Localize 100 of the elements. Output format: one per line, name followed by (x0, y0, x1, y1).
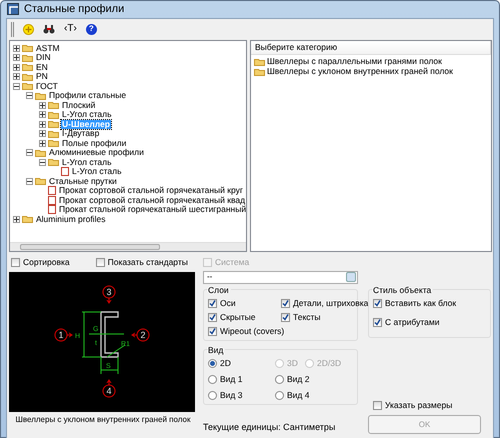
expand-toggle[interactable] (39, 120, 46, 128)
layer-checkbox[interactable] (208, 312, 217, 322)
folder-icon (22, 72, 33, 81)
tree-item[interactable]: Прокат стальной горячекатаный шестигранный (58, 205, 248, 214)
layer-checkbox[interactable] (281, 312, 290, 322)
expand-toggle[interactable] (39, 140, 46, 147)
app-icon (7, 3, 19, 16)
tree-item[interactable]: Алюминиевые профили (48, 148, 145, 158)
tree-item[interactable]: Aluminium profiles (35, 214, 106, 224)
dropdown[interactable]: -- (203, 270, 358, 284)
plus-icon (40, 131, 45, 136)
text-button[interactable]: ‹T› (64, 24, 77, 34)
style-checkbox[interactable] (373, 318, 382, 327)
find-button[interactable] (43, 24, 55, 34)
group-title: Стиль объекта (373, 284, 434, 296)
collapse-toggle[interactable] (26, 149, 33, 156)
folder-icon (48, 158, 59, 166)
folder-icon (22, 44, 33, 52)
expand-toggle[interactable] (13, 44, 20, 52)
expand-toggle[interactable] (13, 54, 20, 62)
folder-icon (22, 82, 33, 90)
collapse-toggle[interactable] (26, 178, 33, 185)
expand-toggle[interactable] (13, 216, 20, 223)
layer-checkbox-label: Детали, штриховка (293, 297, 368, 310)
plus-icon (40, 112, 45, 118)
collapse-toggle[interactable] (26, 92, 33, 100)
minus-icon (27, 178, 32, 184)
layer-checkbox[interactable] (281, 299, 290, 308)
tree-item[interactable]: ГОСТ (35, 82, 59, 91)
units-label: Текущие единицы: Сантиметры (203, 420, 336, 434)
radio-button[interactable] (208, 390, 217, 400)
radio-label: Вид 2 (287, 373, 310, 386)
radio-button[interactable] (208, 374, 217, 384)
style-checkbox[interactable] (373, 299, 382, 308)
list-item[interactable]: Швеллеры с уклоном внутренних граней полок (267, 65, 453, 78)
tree-item[interactable]: ASTM (35, 44, 61, 53)
expand-toggle[interactable] (39, 102, 46, 109)
tree-item[interactable]: Прокат сортовой стальной горячекатаный круг (58, 186, 244, 196)
tree-item[interactable]: Плоский (61, 100, 96, 110)
expand-toggle[interactable] (39, 130, 46, 138)
help-button[interactable]: ? (86, 24, 97, 34)
plus-icon (14, 216, 19, 222)
system-checkbox-label: Система (215, 256, 250, 269)
folder-icon (48, 139, 59, 148)
layer-checkbox-label: Скрытые (220, 311, 256, 324)
folder-icon (35, 177, 46, 186)
dropdown-value: -- (207, 271, 212, 283)
layer-checkbox-label: Оси (220, 297, 236, 310)
minus-icon (40, 160, 45, 165)
expand-toggle[interactable] (39, 111, 46, 118)
minus-icon (27, 93, 32, 98)
collapse-toggle[interactable] (39, 158, 46, 166)
radio-label: Вид 4 (287, 388, 310, 402)
radio-label: Вид 1 (220, 373, 242, 386)
option-checkbox-label: Показать стандарты (108, 256, 188, 269)
plus-icon (14, 55, 19, 60)
tree-item[interactable]: Полые профили (61, 138, 128, 148)
radio-label: 2D/3D (317, 357, 342, 370)
plus-icon (40, 102, 45, 108)
tree-item[interactable]: PN (35, 72, 49, 82)
radio-button[interactable] (275, 390, 284, 400)
folder-icon (254, 68, 265, 76)
column-header[interactable]: Выберите категорию (251, 40, 491, 54)
radio-button[interactable] (275, 374, 284, 384)
plus-icon (40, 140, 45, 146)
tree-item[interactable]: L-Угол сталь (71, 167, 123, 176)
minus-icon (27, 150, 32, 156)
layer-checkbox[interactable] (208, 299, 217, 308)
layer-checkbox-label: Wipeout (covers) (220, 324, 284, 338)
folder-icon (48, 130, 59, 138)
radio-label: 2D (220, 357, 231, 370)
callout-number: 1 (58, 330, 64, 340)
tree-item[interactable]: L-Угол сталь (61, 158, 113, 167)
horizontal-scrollbar[interactable] (10, 242, 246, 250)
tree-item[interactable]: Профили стальные (48, 91, 128, 100)
check-icon (374, 300, 381, 308)
tree-item[interactable]: Прокат сортовой стальной горячекатаный квад (58, 196, 246, 205)
list-item[interactable]: Швеллеры с параллельными гранями полок (267, 55, 442, 68)
layer-checkbox[interactable] (208, 326, 217, 336)
expand-toggle[interactable] (13, 64, 20, 71)
tree-item[interactable]: DIN (35, 53, 52, 62)
option-checkbox[interactable] (96, 258, 105, 267)
option-checkbox[interactable] (11, 258, 20, 267)
style-checkbox-label: Вставить как блок (385, 297, 456, 310)
tree-item[interactable]: EN (35, 62, 49, 72)
tree-item[interactable]: I-Двутавр (61, 129, 100, 138)
specify-sizes-checkbox-label: Указать размеры (385, 399, 452, 412)
check-icon (374, 318, 381, 326)
folder-icon (48, 110, 59, 119)
style-checkbox-label: С атрибутами (385, 316, 440, 329)
collapse-toggle[interactable] (13, 82, 20, 90)
expand-toggle[interactable] (13, 73, 20, 80)
minus-icon (14, 84, 19, 89)
add-button[interactable] (23, 24, 34, 34)
specify-sizes-checkbox[interactable] (373, 401, 382, 410)
radio-button[interactable] (208, 359, 217, 368)
folder-icon (48, 120, 59, 128)
tree-item[interactable]: Стальные прутки (48, 176, 118, 186)
callout-number: 3 (106, 286, 112, 296)
tree-item[interactable]: L-Угол сталь (61, 110, 113, 120)
